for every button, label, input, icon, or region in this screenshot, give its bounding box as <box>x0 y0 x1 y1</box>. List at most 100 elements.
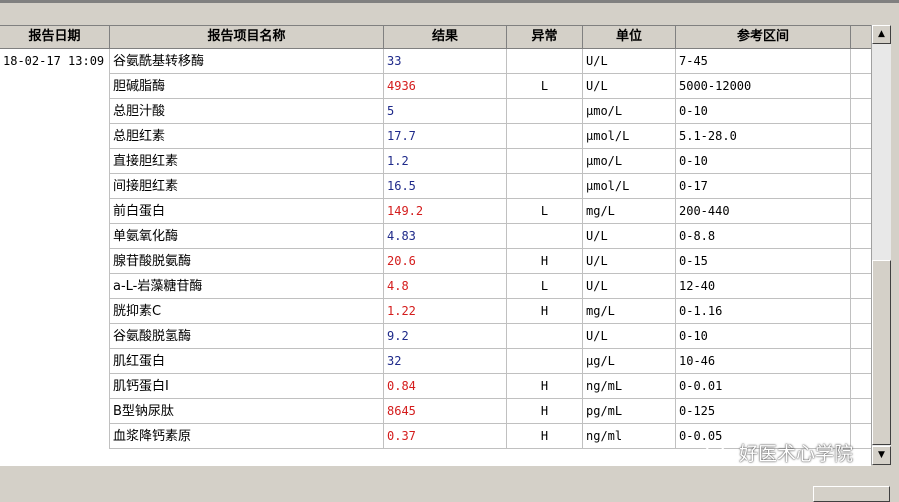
date-cell <box>0 424 110 449</box>
bottom-button[interactable] <box>813 486 890 502</box>
unit-cell: μg/L <box>583 349 676 374</box>
result-cell: 4.8 <box>384 274 507 299</box>
date-cell <box>0 149 110 174</box>
unit-cell: U/L <box>583 224 676 249</box>
date-cell <box>0 174 110 199</box>
table-row[interactable]: 总胆红素 17.7 μmol/L 5.1-28.0 <box>0 124 871 149</box>
table-row[interactable]: B型钠尿肽 8645 Hpg/mL 0-125 <box>0 399 871 424</box>
result-cell: 16.5 <box>384 174 507 199</box>
result-cell: 8645 <box>384 399 507 424</box>
table-row[interactable]: 间接胆红素 16.5 μmol/L 0-17 <box>0 174 871 199</box>
flag-cell: L <box>507 74 583 99</box>
flag-cell: L <box>507 199 583 224</box>
reference-cell: 5.1-28.0 <box>676 124 851 149</box>
table-row[interactable]: 胱抑素C 1.22 Hmg/L 0-1.16 <box>0 299 871 324</box>
filler-cell <box>851 349 871 374</box>
column-header-unit[interactable]: 单位 <box>583 26 676 48</box>
column-header-item-name[interactable]: 报告项目名称 <box>110 26 384 48</box>
column-header-filler <box>851 26 871 48</box>
item-name-cell: B型钠尿肽 <box>110 399 384 424</box>
flag-cell <box>507 149 583 174</box>
result-cell: 33 <box>384 49 507 74</box>
date-cell <box>0 349 110 374</box>
flag-cell <box>507 49 583 74</box>
date-cell <box>0 199 110 224</box>
flag-cell: H <box>507 299 583 324</box>
scroll-up-arrow-icon[interactable]: ▲ <box>872 25 891 44</box>
unit-cell: U/L <box>583 249 676 274</box>
reference-cell: 0-17 <box>676 174 851 199</box>
column-header-result[interactable]: 结果 <box>384 26 507 48</box>
unit-cell: U/L <box>583 74 676 99</box>
item-name-cell: 肌钙蛋白I <box>110 374 384 399</box>
table-row[interactable]: 总胆汁酸 5 μmo/L 0-10 <box>0 99 871 124</box>
table-row[interactable]: 肌钙蛋白I 0.84 Hng/mL 0-0.01 <box>0 374 871 399</box>
flag-cell: L <box>507 274 583 299</box>
unit-cell: U/L <box>583 274 676 299</box>
table-row[interactable]: 腺苷酸脱氨酶 20.6 H U/L 0-15 <box>0 249 871 274</box>
date-cell <box>0 374 110 399</box>
result-cell: 149.2 <box>384 199 507 224</box>
table-row[interactable]: 谷氨酸脱氢酶 9.2 U/L 0-10 <box>0 324 871 349</box>
filler-cell <box>851 249 871 274</box>
unit-cell: ng/ml <box>583 424 676 449</box>
column-header-date[interactable]: 报告日期 <box>0 26 110 48</box>
unit-cell: mg/L <box>583 299 676 324</box>
vertical-scrollbar[interactable]: ▲ ▼ <box>871 25 891 465</box>
reference-cell: 0-15 <box>676 249 851 274</box>
flag-cell <box>507 174 583 199</box>
date-cell <box>0 99 110 124</box>
filler-cell <box>851 274 871 299</box>
item-name-cell: 间接胆红素 <box>110 174 384 199</box>
filler-cell <box>851 124 871 149</box>
date-cell <box>0 274 110 299</box>
item-name-cell: 总胆红素 <box>110 124 384 149</box>
filler-cell <box>851 374 871 399</box>
filler-cell <box>851 99 871 124</box>
item-name-cell: 胱抑素C <box>110 299 384 324</box>
table-row[interactable]: a-L-岩藻糖苷酶 4.8 L U/L 12-40 <box>0 274 871 299</box>
item-name-cell: 腺苷酸脱氨酶 <box>110 249 384 274</box>
filler-cell <box>851 149 871 174</box>
column-header-reference[interactable]: 参考区间 <box>676 26 851 48</box>
unit-cell: pg/mL <box>583 399 676 424</box>
flag-cell: H <box>507 399 583 424</box>
result-cell: 32 <box>384 349 507 374</box>
scrollbar-thumb[interactable] <box>872 260 891 445</box>
reference-cell: 12-40 <box>676 274 851 299</box>
table-row[interactable]: 直接胆红素 1.2 μmo/L 0-10 <box>0 149 871 174</box>
date-cell <box>0 124 110 149</box>
result-cell: 9.2 <box>384 324 507 349</box>
filler-cell <box>851 399 871 424</box>
reference-cell: 0-10 <box>676 99 851 124</box>
item-name-cell: a-L-岩藻糖苷酶 <box>110 274 384 299</box>
table-row[interactable]: 前白蛋白 149.2 Lmg/L 200-440 <box>0 199 871 224</box>
result-cell: 17.7 <box>384 124 507 149</box>
result-cell: 5 <box>384 99 507 124</box>
date-cell <box>0 224 110 249</box>
column-header-flag[interactable]: 异常 <box>507 26 583 48</box>
grid-header: 报告日期 报告项目名称 结果 异常 单位 参考区间 <box>0 26 871 49</box>
reference-cell: 0-125 <box>676 399 851 424</box>
watermark: 好医术心学院 <box>705 440 853 468</box>
filler-cell <box>851 49 871 74</box>
date-cell <box>0 249 110 274</box>
reference-cell: 5000-12000 <box>676 74 851 99</box>
flag-cell <box>507 224 583 249</box>
table-row[interactable]: 肌红蛋白 32 μg/L 10-46 <box>0 349 871 374</box>
item-name-cell: 谷氨酸脱氢酶 <box>110 324 384 349</box>
reference-cell: 0-10 <box>676 324 851 349</box>
date-cell <box>0 74 110 99</box>
flag-cell <box>507 349 583 374</box>
unit-cell: μmo/L <box>583 149 676 174</box>
table-row[interactable]: 单氨氧化酶 4.83 U/L 0-8.8 <box>0 224 871 249</box>
result-cell: 20.6 <box>384 249 507 274</box>
reference-cell: 0-10 <box>676 149 851 174</box>
table-row[interactable]: 胆碱脂酶 4936 L U/L 5000-12000 <box>0 74 871 99</box>
result-cell: 4936 <box>384 74 507 99</box>
item-name-cell: 前白蛋白 <box>110 199 384 224</box>
result-cell: 1.2 <box>384 149 507 174</box>
table-row[interactable]: 18-02-17 13:09 谷氨酰基转移酶 33 U/L 7-45 <box>0 49 871 74</box>
result-cell: 1.22 <box>384 299 507 324</box>
scroll-down-arrow-icon[interactable]: ▼ <box>872 446 891 465</box>
